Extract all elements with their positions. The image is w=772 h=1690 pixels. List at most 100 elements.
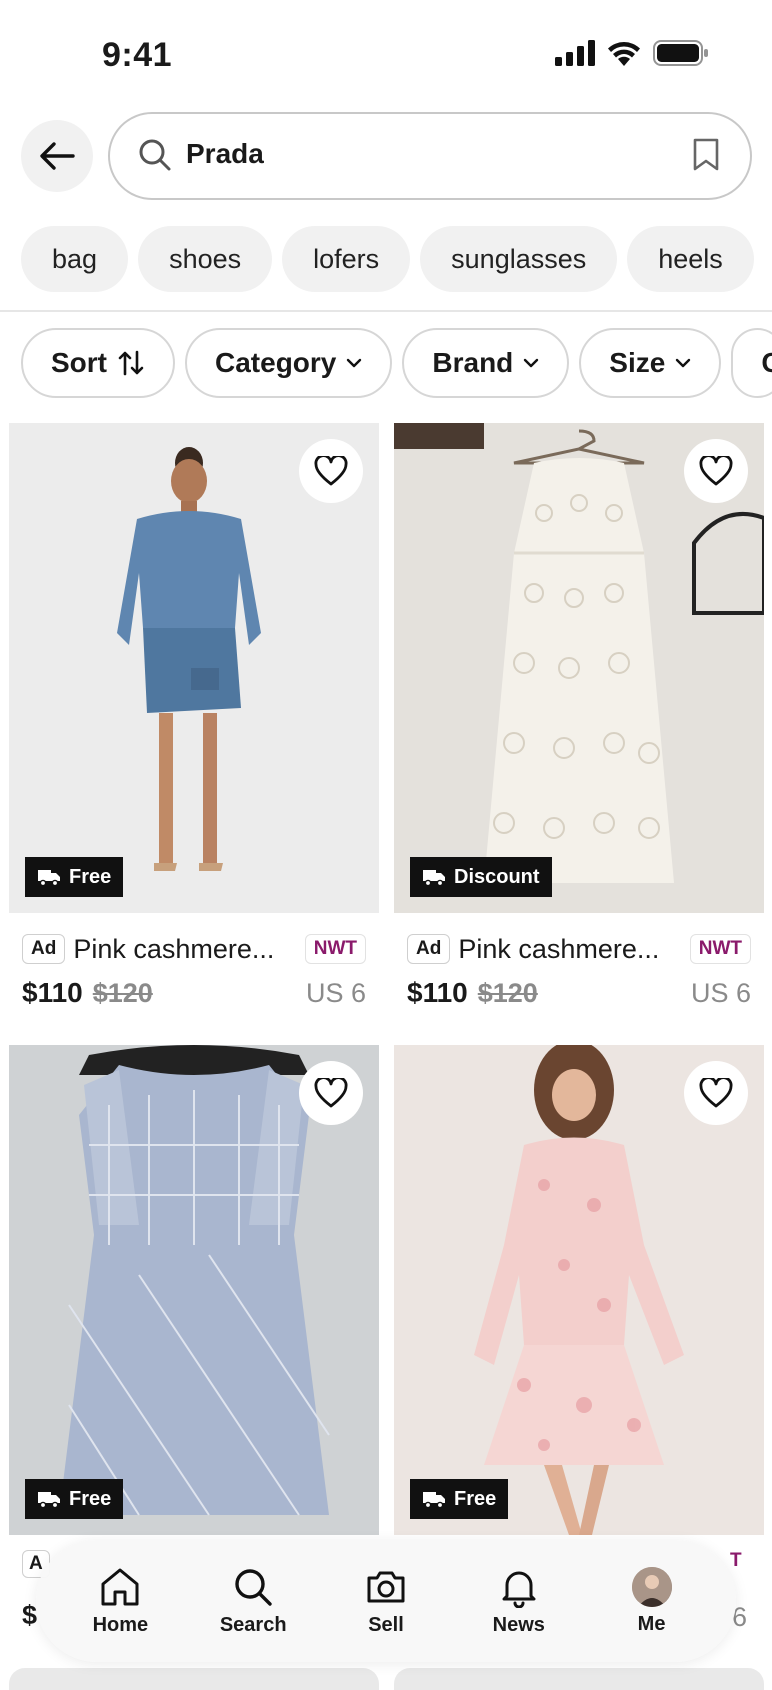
size-label: US 6	[305, 978, 366, 1008]
truck-icon	[38, 870, 60, 886]
bottom-nav: Home Search Sell News Me	[36, 1540, 736, 1662]
nav-me[interactable]: Me	[597, 1566, 707, 1636]
wifi-icon	[608, 42, 640, 66]
truck-icon	[423, 1492, 445, 1508]
shipping-label: Discount	[454, 865, 540, 888]
suggestion-chips: bag shoes lofers sunglasses heels	[21, 226, 754, 292]
heart-icon	[699, 1078, 733, 1108]
home-icon	[101, 1568, 139, 1605]
status-time: 9:41	[102, 36, 173, 74]
truck-icon	[423, 870, 445, 886]
nav-label: Sell	[368, 1613, 404, 1636]
next-card-edge	[394, 1668, 764, 1690]
product-photo[interactable]: Free	[394, 1045, 764, 1535]
filter-label: C	[761, 347, 772, 378]
nav-label: Search	[219, 1613, 287, 1636]
condition-badge: NWT	[689, 934, 751, 964]
chevron-down-icon	[524, 358, 539, 368]
nav-news[interactable]: News	[464, 1566, 574, 1637]
product-title: Pink cashmere...	[458, 933, 660, 964]
brand-filter[interactable]: Brand	[402, 328, 570, 398]
heart-icon	[314, 1078, 348, 1108]
avatar	[631, 1566, 672, 1607]
suggestion-chip-bag[interactable]: bag	[21, 226, 129, 292]
product-photo[interactable]: Discount	[394, 423, 764, 913]
next-card-edge	[9, 1668, 379, 1690]
nav-label: Me	[637, 1612, 666, 1635]
nav-home[interactable]: Home	[65, 1566, 175, 1637]
like-button[interactable]	[684, 439, 748, 503]
product-card[interactable]: Free Ad Pink cashmere... NWT $110 $120 U…	[9, 423, 379, 1017]
ad-badge: Ad	[407, 934, 451, 964]
size-filter[interactable]: Size	[579, 328, 722, 398]
shipping-badge: Free	[410, 1479, 509, 1519]
heart-icon	[699, 456, 733, 486]
like-button[interactable]	[299, 1061, 363, 1125]
search-query: Prada	[186, 138, 264, 169]
product-card[interactable]: Discount Ad Pink cashmere... NWT $110 $1…	[394, 423, 764, 1017]
price-row: $110 $120 US 6	[9, 977, 379, 1017]
shipping-badge: Free	[25, 1479, 124, 1519]
shipping-label: Free	[69, 865, 112, 888]
product-meta: Ad Pink cashmere... NWT	[394, 931, 764, 967]
filter-label: Sort	[51, 347, 107, 378]
search-input[interactable]: Prada	[108, 112, 752, 200]
filter-label: Size	[609, 347, 666, 378]
sort-arrows-icon	[118, 350, 144, 376]
product-photo[interactable]: Free	[9, 1045, 379, 1535]
shipping-badge: Discount	[410, 857, 552, 897]
camera-icon	[367, 1571, 405, 1602]
suggestion-chip-sunglasses[interactable]: sunglasses	[420, 226, 618, 292]
arrow-left-icon	[40, 142, 75, 170]
filter-bar: Sort Category Brand Size C	[21, 328, 772, 398]
more-filter[interactable]: C	[731, 328, 772, 398]
profile-photo	[631, 1566, 672, 1607]
back-button[interactable]	[21, 120, 93, 192]
product-meta: Ad Pink cashmere... NWT	[9, 931, 379, 967]
price: $110	[22, 977, 83, 1008]
search-icon	[139, 139, 171, 171]
original-price: $120	[477, 978, 538, 1008]
chevron-down-icon	[676, 358, 691, 368]
nav-label: Home	[92, 1613, 149, 1636]
filter-label: Category	[215, 347, 337, 378]
original-price: $120	[92, 978, 153, 1008]
peek-price: $	[22, 1600, 38, 1630]
condition-badge: NWT	[304, 934, 366, 964]
sort-button[interactable]: Sort	[21, 328, 175, 398]
product-title: Pink cashmere...	[73, 933, 275, 964]
shipping-badge: Free	[25, 857, 124, 897]
ad-badge: Ad	[22, 934, 66, 964]
bell-icon	[502, 1571, 536, 1608]
suggestion-chip-lofers[interactable]: lofers	[282, 226, 411, 292]
divider	[0, 310, 772, 312]
shipping-label: Free	[454, 1487, 497, 1510]
nav-search[interactable]: Search	[198, 1566, 308, 1637]
category-filter[interactable]: Category	[185, 328, 393, 398]
search-row: Prada	[0, 112, 772, 202]
price: $110	[407, 977, 468, 1008]
shipping-label: Free	[69, 1487, 112, 1510]
suggestion-chip-shoes[interactable]: shoes	[138, 226, 273, 292]
peek-condition: T	[730, 1550, 742, 1571]
battery-icon	[653, 40, 708, 66]
status-icons	[555, 40, 709, 66]
product-card[interactable]: Free	[394, 1045, 764, 1535]
bookmark-icon[interactable]	[692, 138, 720, 172]
filter-label: Brand	[432, 347, 514, 378]
nav-sell[interactable]: Sell	[331, 1566, 441, 1637]
status-bar: 9:41	[0, 0, 772, 110]
truck-icon	[38, 1492, 60, 1508]
like-button[interactable]	[684, 1061, 748, 1125]
product-photo[interactable]: Free	[9, 423, 379, 913]
price-row: $110 $120 US 6	[394, 977, 764, 1017]
nav-label: News	[492, 1613, 545, 1636]
cellular-signal-icon	[555, 40, 595, 66]
size-label: US 6	[690, 978, 751, 1008]
product-card[interactable]: Free	[9, 1045, 379, 1535]
like-button[interactable]	[299, 439, 363, 503]
chevron-down-icon	[347, 358, 362, 368]
search-icon	[235, 1568, 272, 1606]
suggestion-chip-heels[interactable]: heels	[627, 226, 754, 292]
heart-icon	[314, 456, 348, 486]
